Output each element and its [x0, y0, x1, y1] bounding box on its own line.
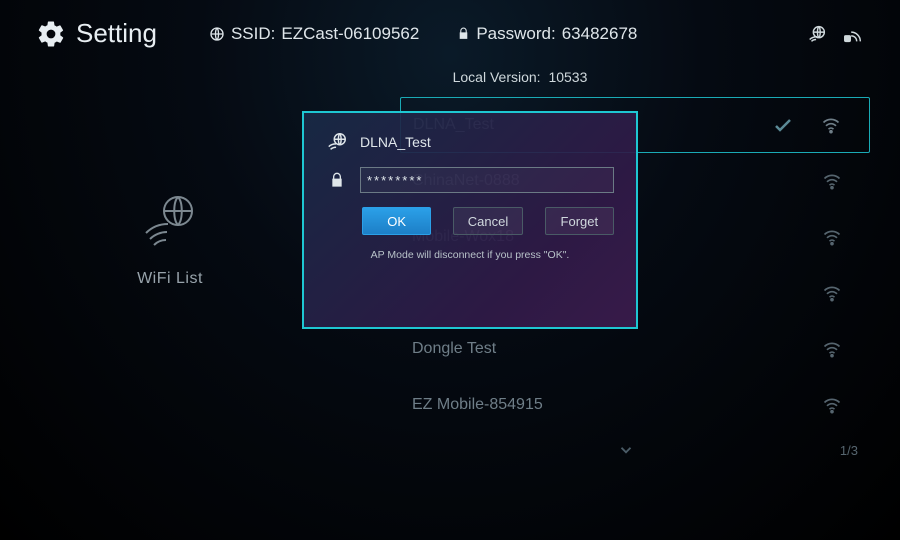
wifi-password-dialog: DLNA_Test OK Cancel Forget AP Mode will …	[302, 111, 638, 329]
header-status-icons	[806, 23, 864, 45]
wifi-signal-icon	[822, 395, 858, 415]
network-name: EZ Mobile-854915	[412, 396, 822, 414]
chevron-down-icon[interactable]	[613, 441, 639, 459]
header-bar: Setting SSID: EZCast-06109562 Password: …	[0, 0, 900, 59]
wifi-signal-icon	[822, 171, 858, 191]
version-value: 10533	[548, 69, 587, 85]
page-indicator: 1/3	[840, 443, 858, 458]
wifi-list-label: WiFi List	[110, 270, 230, 288]
wifi-globe-large-icon	[138, 187, 202, 251]
lock-icon	[457, 27, 470, 40]
ssid-label: SSID:	[231, 24, 275, 44]
wifi-list-panel[interactable]: WiFi List	[110, 187, 230, 288]
wifi-globe-icon	[209, 26, 225, 42]
lock-icon	[326, 172, 348, 188]
ssid-value: EZCast-06109562	[281, 24, 419, 44]
cancel-button[interactable]: Cancel	[453, 207, 522, 235]
forget-button[interactable]: Forget	[545, 207, 614, 235]
check-icon	[771, 113, 821, 137]
password-field: Password: 63482678	[457, 24, 637, 44]
wifi-signal-icon	[822, 227, 858, 247]
wifi-signal-icon	[822, 283, 858, 303]
page-title: Setting	[76, 18, 157, 49]
wifi-signal-icon	[822, 339, 858, 359]
ok-button[interactable]: OK	[362, 207, 431, 235]
dialog-network-name: DLNA_Test	[360, 134, 431, 150]
network-item[interactable]: EZ Mobile-854915	[400, 377, 870, 433]
version-label: Local Version:	[453, 69, 541, 85]
ssid-field: SSID: EZCast-06109562	[209, 24, 419, 44]
internet-status-icon	[806, 23, 828, 45]
wifi-password-input[interactable]	[360, 167, 614, 193]
wifi-globe-icon	[326, 131, 348, 153]
password-label: Password:	[476, 24, 555, 44]
local-version: Local Version: 10533	[0, 69, 900, 85]
wifi-signal-icon	[821, 115, 857, 135]
network-name: Dongle Test	[412, 340, 822, 358]
cast-status-icon	[842, 23, 864, 45]
password-value: 63482678	[562, 24, 638, 44]
title-group: Setting	[36, 18, 157, 49]
dialog-note: AP Mode will disconnect if you press "OK…	[326, 249, 614, 261]
network-item[interactable]: Dongle Test	[400, 321, 870, 377]
gear-icon	[36, 19, 66, 49]
